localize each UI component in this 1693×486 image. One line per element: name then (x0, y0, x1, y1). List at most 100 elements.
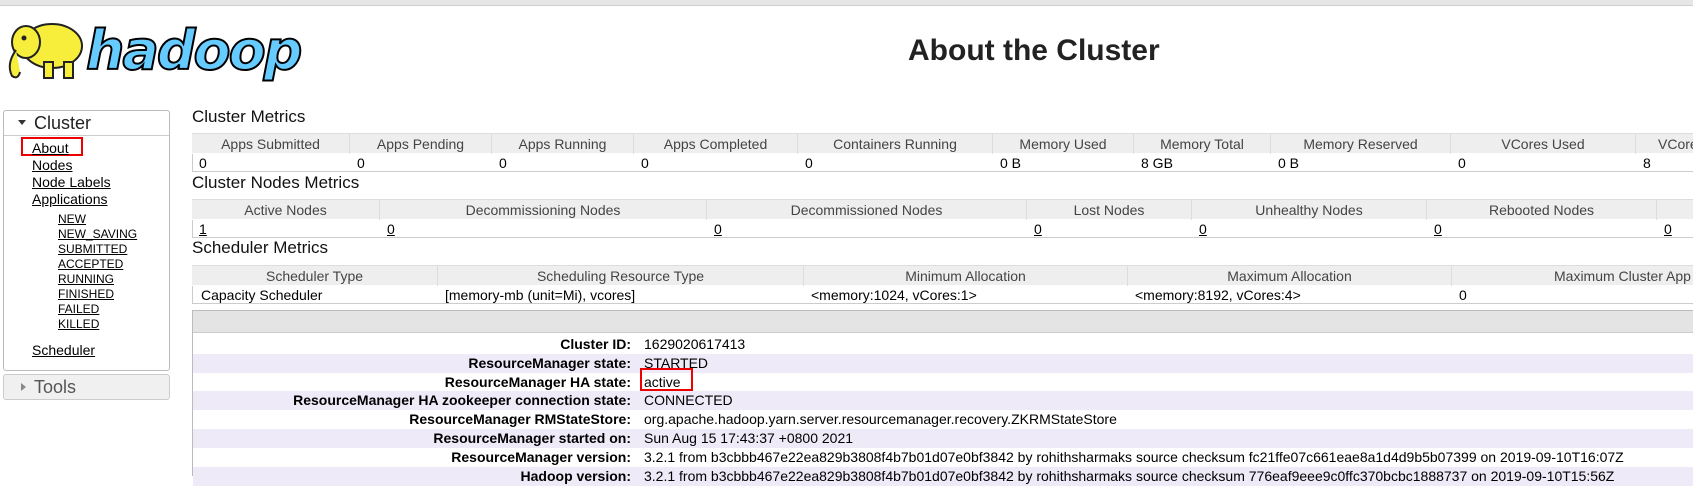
cell-memory-reserved: 0 B (1278, 155, 1300, 171)
scheduler-metrics-value-row: Capacity Scheduler [memory-mb (unit=Mi),… (192, 286, 1693, 304)
sidebar-app-new-saving[interactable]: NEW_SAVING (58, 227, 137, 241)
cluster-info-panel: Cluster ID: 1629020617413 ResourceManage… (192, 310, 1693, 486)
sidebar-item-about[interactable]: About (32, 140, 69, 156)
sidebar-cluster-panel: Cluster About Nodes Node Labels Applicat… (3, 110, 170, 371)
info-value: 3.2.1 from b3cbbb467e22ea829b3808f4b7b01… (644, 449, 1624, 465)
col-scheduling-resource-type[interactable]: Scheduling Resource Type (438, 266, 804, 286)
cell-vcores-total: 8 (1643, 155, 1651, 171)
expand-triangle-icon (21, 383, 26, 391)
cell-decommissioning-nodes[interactable]: 0 (381, 220, 395, 238)
hadoop-logo: hadoop (4, 14, 304, 86)
elephant-icon (8, 23, 83, 79)
cluster-metrics-title: Cluster Metrics (192, 107, 306, 126)
sidebar-app-failed[interactable]: FAILED (58, 302, 99, 316)
info-row-rm-ha-state: ResourceManager HA state: active (193, 373, 1693, 392)
node-metrics-header-row: Active Nodes Decommissioning Nodes Decom… (192, 199, 1693, 220)
page-title: About the Cluster (908, 34, 1160, 67)
info-value: 1629020617413 (644, 336, 746, 352)
cluster-metrics-value-row: 0 0 0 0 0 0 B 8 GB 0 B 0 8 (192, 154, 1693, 172)
cell-rebooted-nodes[interactable]: 0 (1428, 220, 1442, 238)
cell-decommissioned-nodes[interactable]: 0 (708, 220, 722, 238)
sidebar-app-finished[interactable]: FINISHED (58, 287, 114, 301)
cell-maximum-cluster-app: 0 (1459, 287, 1467, 303)
scheduler-metrics-title: Scheduler Metrics (192, 238, 329, 257)
cell-extra[interactable]: 0 (1658, 220, 1672, 238)
col-extra[interactable] (1657, 200, 1693, 220)
cell-active-nodes[interactable]: 1 (193, 220, 207, 238)
cell-apps-running: 0 (499, 155, 507, 171)
info-label: ResourceManager state: (468, 355, 631, 371)
cell-vcores-used: 0 (1458, 155, 1466, 171)
sidebar-app-accepted[interactable]: ACCEPTED (58, 257, 123, 271)
info-label: Hadoop version: (520, 468, 631, 484)
sidebar-item-nodes[interactable]: Nodes (32, 157, 72, 173)
scheduler-metrics-header-row: Scheduler Type Scheduling Resource Type … (192, 265, 1693, 286)
col-maximum-cluster-app[interactable]: Maximum Cluster App (1452, 266, 1693, 286)
cell-apps-submitted: 0 (199, 155, 207, 171)
info-row-rm-state: ResourceManager state: STARTED (193, 354, 1693, 373)
col-maximum-allocation[interactable]: Maximum Allocation (1128, 266, 1452, 286)
info-value: Sun Aug 15 17:43:37 +0800 2021 (644, 430, 854, 446)
info-row-rm-started: ResourceManager started on: Sun Aug 15 1… (193, 429, 1693, 448)
sidebar-item-applications[interactable]: Applications (32, 191, 108, 207)
col-containers-running[interactable]: Containers Running (798, 134, 993, 154)
ha-state-highlight-box (640, 368, 693, 391)
col-apps-submitted[interactable]: Apps Submitted (192, 134, 350, 154)
info-row-rm-statestore: ResourceManager RMStateStore: org.apache… (193, 410, 1693, 429)
col-decommissioned-nodes[interactable]: Decommissioned Nodes (707, 200, 1027, 220)
cell-lost-nodes[interactable]: 0 (1028, 220, 1042, 238)
col-memory-used[interactable]: Memory Used (993, 134, 1134, 154)
info-label: ResourceManager HA state: (444, 374, 631, 390)
sidebar-app-killed[interactable]: KILLED (58, 317, 99, 331)
sidebar-app-new[interactable]: NEW (58, 212, 86, 226)
cell-memory-used: 0 B (1000, 155, 1022, 171)
info-value: CONNECTED (644, 392, 733, 408)
info-row-hadoop-version: Hadoop version: 3.2.1 from b3cbbb467e22e… (193, 467, 1693, 486)
col-apps-running[interactable]: Apps Running (492, 134, 634, 154)
info-panel-header (193, 311, 1693, 333)
cluster-metrics-header-row: Apps Submitted Apps Pending Apps Running… (192, 133, 1693, 154)
col-unhealthy-nodes[interactable]: Unhealthy Nodes (1192, 200, 1427, 220)
info-value: 3.2.1 from b3cbbb467e22ea829b3808f4b7b01… (644, 468, 1615, 484)
sidebar-cluster-label: Cluster (34, 113, 92, 133)
sidebar-item-scheduler[interactable]: Scheduler (32, 342, 95, 358)
sidebar-cluster-header[interactable]: Cluster (4, 111, 169, 136)
col-apps-completed[interactable]: Apps Completed (634, 134, 798, 154)
info-label: ResourceManager version: (451, 449, 631, 465)
col-lost-nodes[interactable]: Lost Nodes (1027, 200, 1192, 220)
col-decommissioning-nodes[interactable]: Decommissioning Nodes (380, 200, 707, 220)
col-memory-total[interactable]: Memory Total (1134, 134, 1271, 154)
col-minimum-allocation[interactable]: Minimum Allocation (804, 266, 1128, 286)
sidebar-app-submitted[interactable]: SUBMITTED (58, 242, 127, 256)
col-memory-reserved[interactable]: Memory Reserved (1271, 134, 1451, 154)
cell-containers-running: 0 (805, 155, 813, 171)
info-row-rm-version: ResourceManager version: 3.2.1 from b3cb… (193, 448, 1693, 467)
cell-unhealthy-nodes[interactable]: 0 (1193, 220, 1207, 238)
cell-apps-pending: 0 (357, 155, 365, 171)
col-vcores-used[interactable]: VCores Used (1451, 134, 1636, 154)
node-metrics-title: Cluster Nodes Metrics (192, 173, 360, 192)
sidebar-item-node-labels[interactable]: Node Labels (32, 174, 111, 190)
cell-scheduling-resource-type: [memory-mb (unit=Mi), vcores] (445, 287, 636, 303)
sidebar-tools-panel[interactable]: Tools (3, 374, 170, 400)
hadoop-wordmark: hadoop (85, 19, 303, 82)
col-vcores-total[interactable]: VCores Total (1636, 134, 1693, 154)
col-active-nodes[interactable]: Active Nodes (192, 200, 380, 220)
col-rebooted-nodes[interactable]: Rebooted Nodes (1427, 200, 1657, 220)
cell-memory-total: 8 GB (1141, 155, 1173, 171)
info-value: org.apache.hadoop.yarn.server.resourcema… (644, 411, 1117, 427)
info-label: ResourceManager RMStateStore: (409, 411, 631, 427)
sidebar-app-running[interactable]: RUNNING (58, 272, 114, 286)
cell-apps-completed: 0 (641, 155, 649, 171)
col-apps-pending[interactable]: Apps Pending (350, 134, 492, 154)
col-scheduler-type[interactable]: Scheduler Type (192, 266, 438, 286)
cell-maximum-allocation: <memory:8192, vCores:4> (1135, 287, 1301, 303)
cell-scheduler-type: Capacity Scheduler (201, 287, 323, 303)
top-border (0, 0, 1693, 6)
info-row-zk-connection: ResourceManager HA zookeeper connection … (193, 391, 1693, 410)
sidebar-tools-label: Tools (34, 377, 77, 397)
collapse-triangle-icon (18, 120, 26, 125)
info-label: ResourceManager started on: (433, 430, 631, 446)
node-metrics-value-row: 1 0 0 0 0 0 0 (192, 220, 1693, 238)
cell-minimum-allocation: <memory:1024, vCores:1> (811, 287, 977, 303)
